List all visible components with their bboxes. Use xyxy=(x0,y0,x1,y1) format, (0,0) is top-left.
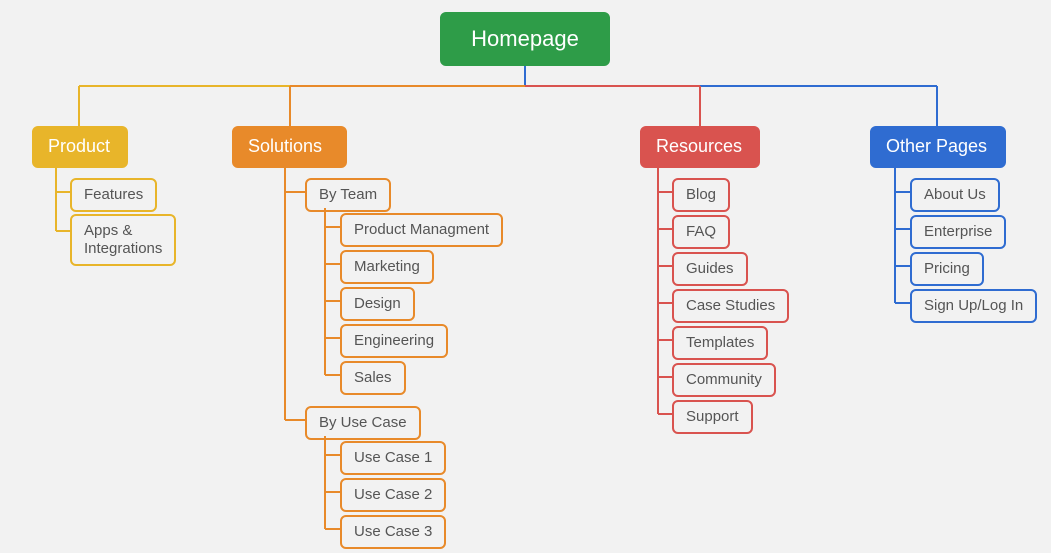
node-solutions: Solutions xyxy=(232,126,347,168)
node-usecase-2: Use Case 2 xyxy=(340,478,446,512)
node-product-features: Features xyxy=(70,178,157,212)
node-byusecase: By Use Case xyxy=(305,406,421,440)
node-byteam-engineering: Engineering xyxy=(340,324,448,358)
node-resources: Resources xyxy=(640,126,760,168)
node-homepage: Homepage xyxy=(440,12,610,66)
node-res-blog: Blog xyxy=(672,178,730,212)
node-usecase-1: Use Case 1 xyxy=(340,441,446,475)
node-byteam-pm: Product Managment xyxy=(340,213,503,247)
node-byteam-sales: Sales xyxy=(340,361,406,395)
node-other-signup: Sign Up/Log In xyxy=(910,289,1037,323)
node-res-casestudies: Case Studies xyxy=(672,289,789,323)
node-byteam-design: Design xyxy=(340,287,415,321)
node-other: Other Pages xyxy=(870,126,1006,168)
node-res-guides: Guides xyxy=(672,252,748,286)
node-product-apps: Apps & Integrations xyxy=(70,214,176,266)
node-product: Product xyxy=(32,126,128,168)
node-other-pricing: Pricing xyxy=(910,252,984,286)
node-byteam: By Team xyxy=(305,178,391,212)
node-res-support: Support xyxy=(672,400,753,434)
node-res-community: Community xyxy=(672,363,776,397)
node-other-enterprise: Enterprise xyxy=(910,215,1006,249)
connector-lines xyxy=(0,0,1051,553)
node-other-about: About Us xyxy=(910,178,1000,212)
node-res-faq: FAQ xyxy=(672,215,730,249)
node-res-templates: Templates xyxy=(672,326,768,360)
node-usecase-3: Use Case 3 xyxy=(340,515,446,549)
node-byteam-marketing: Marketing xyxy=(340,250,434,284)
